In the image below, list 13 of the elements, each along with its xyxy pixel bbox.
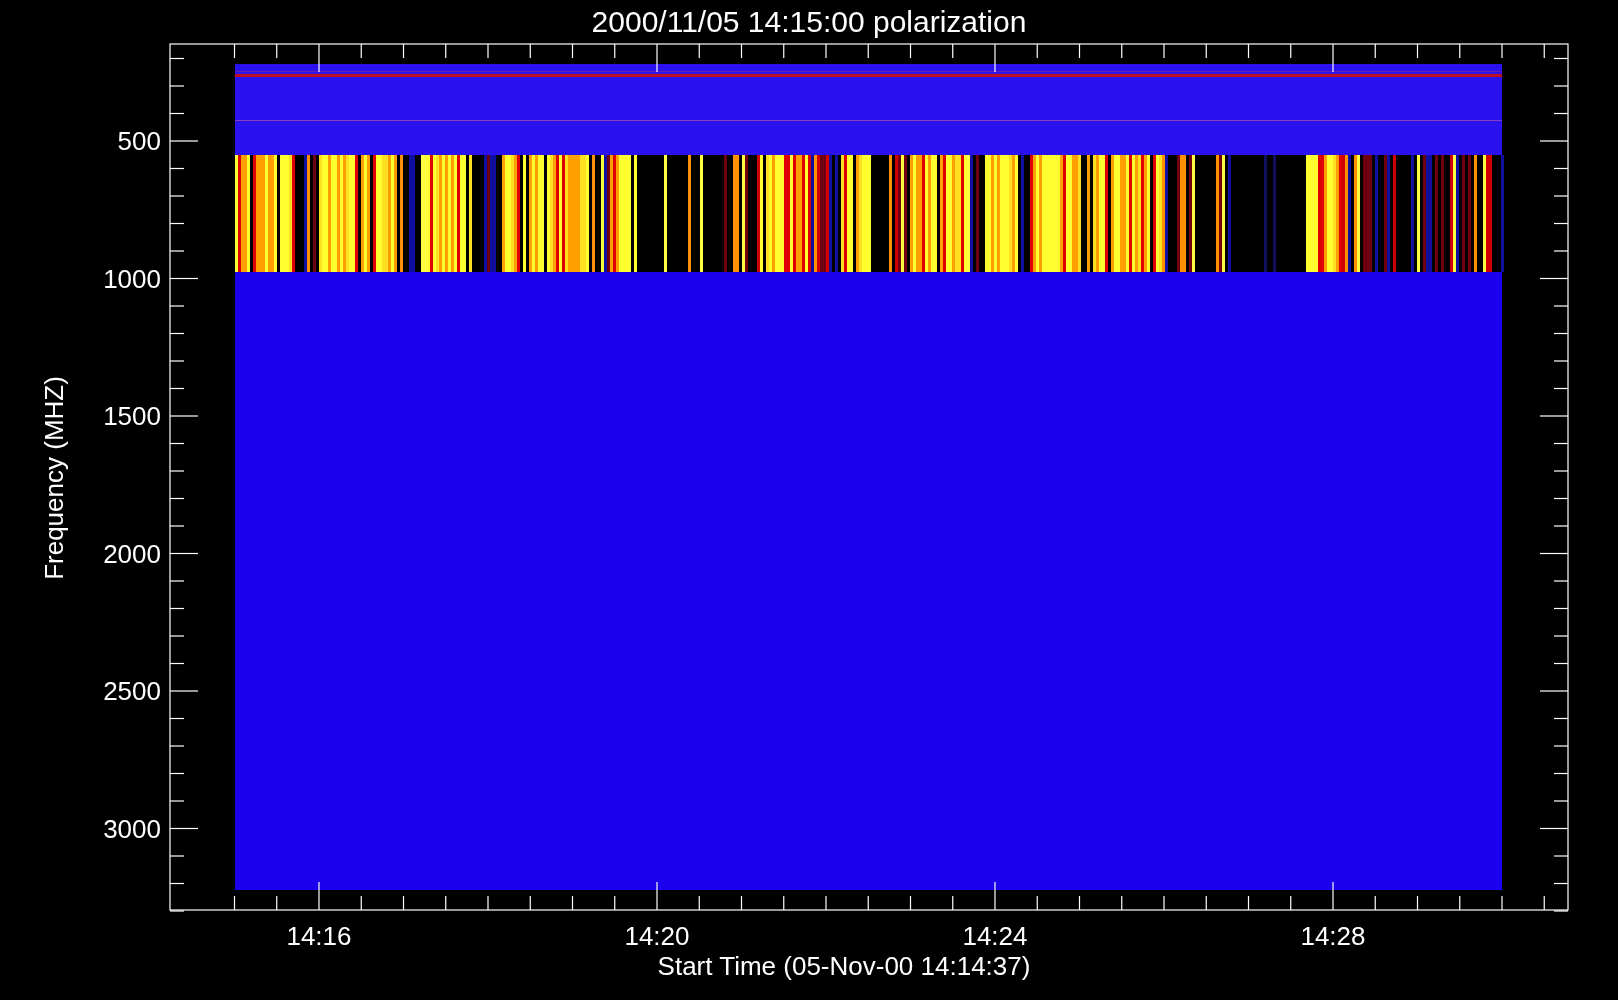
axis-tick-label: 1500 xyxy=(103,401,161,431)
chart-title: 2000/11/05 14:15:00 polarization xyxy=(591,6,1027,37)
axis-tick-label: 14:28 xyxy=(1300,921,1366,951)
axis-tick-label: 3000 xyxy=(103,813,161,844)
axis-tick-label: 14:24 xyxy=(962,921,1028,951)
axis-tick-label: 14:20 xyxy=(624,921,690,951)
axis-tick-label: 2500 xyxy=(103,676,161,706)
axis-label: Frequency (MHZ) xyxy=(39,376,69,580)
axis-tick-label: 1000 xyxy=(103,263,161,294)
axis-label: Start Time (05-Nov-00 14:14:37) xyxy=(657,953,1031,979)
axis-tick-label: 2000 xyxy=(103,538,161,569)
axis-tick-label: 500 xyxy=(117,126,161,156)
axis-tick-label: 14:16 xyxy=(286,921,352,951)
